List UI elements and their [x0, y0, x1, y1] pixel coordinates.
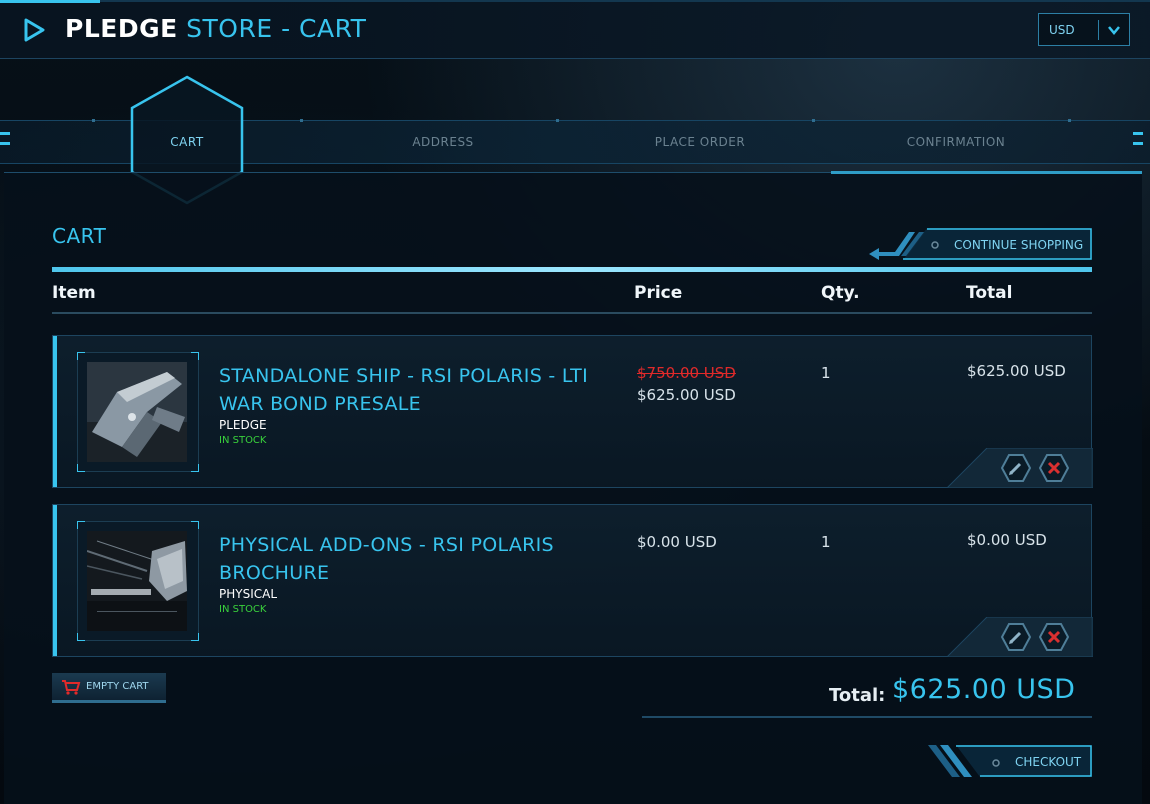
currency-value: USD [1049, 23, 1075, 37]
total-divider [642, 716, 1092, 718]
item-type: PHYSICAL [219, 587, 278, 601]
step-cart[interactable]: CART [97, 135, 277, 149]
item-type: PLEDGE [219, 418, 267, 432]
edit-icon[interactable] [1001, 623, 1031, 651]
checkout-label: CHECKOUT [1015, 755, 1082, 769]
header-accent [0, 0, 100, 3]
grand-total-label: Total: [829, 685, 886, 706]
currency-select[interactable]: USD [1038, 13, 1130, 46]
edit-icon[interactable] [1001, 454, 1031, 482]
cart-row: PHYSICAL ADD-ONS - RSI POLARIS BROCHURE … [52, 504, 1093, 657]
empty-cart-button[interactable]: EMPTY CART [52, 673, 166, 703]
original-price: $750.00 USD [637, 364, 736, 382]
chevron-down-icon [1108, 26, 1120, 35]
panel-accent [831, 171, 1142, 174]
remove-icon[interactable] [1039, 454, 1069, 482]
line-total: $625.00 USD [967, 362, 1066, 380]
steps-edge-right [1133, 132, 1143, 135]
row-accent-bar [53, 336, 57, 487]
steps-edge-left [0, 132, 10, 135]
brochure-image[interactable] [87, 531, 187, 631]
line-total: $0.00 USD [967, 531, 1047, 549]
continue-shopping-button[interactable]: CONTINUE SHOPPING [865, 228, 1092, 260]
quantity: 1 [821, 533, 831, 551]
row-actions [947, 617, 1093, 657]
cart-icon [62, 680, 81, 695]
continue-shopping-label: CONTINUE SHOPPING [954, 238, 1084, 252]
cart-row: STANDALONE SHIP - RSI POLARIS - LTI WAR … [52, 335, 1093, 488]
remove-icon[interactable] [1039, 623, 1069, 651]
column-qty: Qty. [821, 283, 860, 303]
item-name-link[interactable]: STANDALONE SHIP - RSI POLARIS - LTI WAR … [219, 362, 609, 418]
play-icon[interactable] [22, 18, 46, 42]
row-actions [947, 448, 1093, 488]
price: $625.00 USD [637, 386, 736, 404]
step-place-order[interactable]: PLACE ORDER [610, 135, 790, 149]
price: $0.00 USD [637, 533, 717, 551]
column-total: Total [966, 283, 1013, 303]
column-price: Price [634, 283, 683, 303]
grand-total-value: $625.00 USD [892, 674, 1076, 705]
checkout-button[interactable]: CHECKOUT [928, 745, 1092, 777]
ship-image[interactable] [87, 362, 187, 462]
page-title: PLEDGE STORE - CART [65, 14, 366, 43]
header-divider [52, 312, 1092, 314]
item-name-link[interactable]: PHYSICAL ADD-ONS - RSI POLARIS BROCHURE [219, 531, 609, 587]
title-pledge: PLEDGE [65, 14, 178, 43]
title-store-cart: STORE - CART [186, 14, 367, 43]
quantity: 1 [821, 364, 831, 382]
empty-cart-label: EMPTY CART [86, 681, 149, 692]
column-item: Item [52, 283, 96, 303]
header: PLEDGE STORE - CART USD [0, 0, 1150, 59]
step-address[interactable]: ADDRESS [353, 135, 533, 149]
header-topline [0, 0, 1150, 2]
currency-divider [1098, 20, 1099, 40]
table-top-bar [52, 267, 1092, 272]
row-accent-bar [53, 505, 57, 656]
step-confirmation[interactable]: CONFIRMATION [866, 135, 1046, 149]
stock-status: IN STOCK [219, 435, 267, 446]
cart-title: CART [52, 224, 107, 248]
stock-status: IN STOCK [219, 604, 267, 615]
